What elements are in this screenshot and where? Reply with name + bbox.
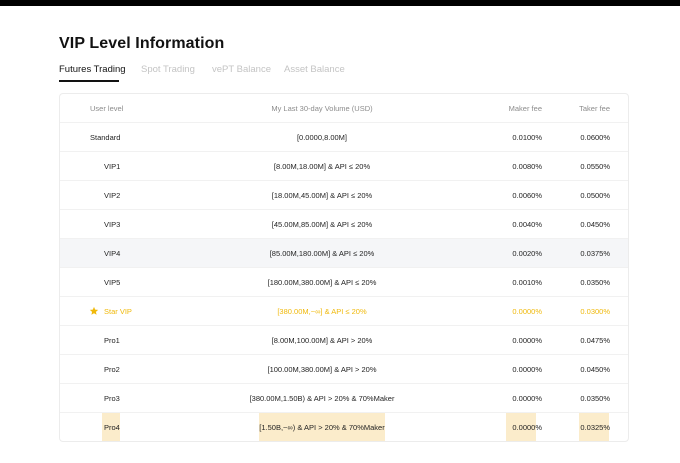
row-level: Pro4 [104,423,120,432]
row-volume: [380.00M,1.50B) & API > 20% & 70%Maker [249,394,395,403]
row-volume: [8.00M,100.00M] & API > 20% [271,336,373,345]
top-bar [0,0,680,6]
row-taker-fee: 0.0300% [580,307,610,316]
table-row: Pro1 [8.00M,100.00M] & API > 20% 0.0000%… [60,326,628,355]
row-volume: [380.00M,~∞] & API ≤ 20% [277,307,367,316]
row-taker-fee: 0.0375% [580,249,610,258]
row-level: VIP1 [104,162,121,171]
row-level: VIP2 [104,191,121,200]
active-tab-indicator [59,80,119,82]
tab-vept-balance[interactable]: vePT Balance [212,64,271,75]
header-user-level: User level [90,104,124,113]
row-volume: [1.50B,~∞) & API > 20% & 70%Maker [259,423,385,432]
row-level: Pro2 [104,365,120,374]
row-taker-fee: 0.0450% [580,365,610,374]
row-taker-fee: 0.0350% [580,394,610,403]
row-maker-fee: 0.0000% [512,307,542,316]
row-taker-fee: 0.0325% [580,423,610,432]
row-level: Standard [90,133,121,142]
page-title: VIP Level Information [59,35,225,52]
row-volume: [100.00M,380.00M] & API > 20% [267,365,377,374]
row-volume: [8.00M,18.00M] & API ≤ 20% [273,162,371,171]
row-maker-fee: 0.0080% [512,162,542,171]
row-taker-fee: 0.0450% [580,220,610,229]
vip-fee-table: User level My Last 30-day Volume (USD) M… [59,93,629,442]
row-maker-fee: 0.0000% [512,365,542,374]
row-volume: [45.00M,85.00M] & API ≤ 20% [271,220,373,229]
row-level: VIP5 [104,278,121,287]
table-row: VIP3 [45.00M,85.00M] & API ≤ 20% 0.0040%… [60,210,628,239]
row-maker-fee: 0.0060% [512,191,542,200]
tab-asset-balance[interactable]: Asset Balance [284,64,345,75]
star-icon [89,306,99,315]
row-maker-fee: 0.0100% [512,133,542,142]
row-level: Star VIP [104,307,132,316]
table-row: Standard [0.0000,8.00M] 0.0100% 0.0600% [60,123,628,152]
table-row: Pro2 [100.00M,380.00M] & API > 20% 0.000… [60,355,628,384]
row-volume: [18.00M,45.00M] & API ≤ 20% [271,191,373,200]
tab-spot-trading[interactable]: Spot Trading [141,64,195,75]
row-taker-fee: 0.0500% [580,191,610,200]
row-level: Pro3 [104,394,120,403]
table-row-star-vip: Star VIP [380.00M,~∞] & API ≤ 20% 0.0000… [60,297,628,326]
row-maker-fee: 0.0000% [512,423,542,432]
table-row-current-level: Pro4 [1.50B,~∞) & API > 20% & 70%Maker 0… [60,413,628,441]
header-taker-fee: Taker fee [579,104,610,113]
header-maker-fee: Maker fee [508,104,542,113]
table-row: Pro3 [380.00M,1.50B) & API > 20% & 70%Ma… [60,384,628,413]
row-volume: [180.00M,380.00M] & API ≤ 20% [267,278,377,287]
row-volume: [85.00M,180.00M] & API ≤ 20% [269,249,375,258]
row-maker-fee: 0.0020% [512,249,542,258]
row-maker-fee: 0.0000% [512,394,542,403]
row-taker-fee: 0.0475% [580,336,610,345]
tab-futures-trading[interactable]: Futures Trading [59,64,126,75]
row-maker-fee: 0.0040% [512,220,542,229]
row-taker-fee: 0.0550% [580,162,610,171]
row-level: Pro1 [104,336,120,345]
row-volume: [0.0000,8.00M] [296,133,348,142]
row-taker-fee: 0.0350% [580,278,610,287]
row-level: VIP4 [104,249,121,258]
table-row: VIP2 [18.00M,45.00M] & API ≤ 20% 0.0060%… [60,181,628,210]
table-row-hovered: VIP4 [85.00M,180.00M] & API ≤ 20% 0.0020… [60,239,628,268]
row-maker-fee: 0.0000% [512,336,542,345]
table-row: VIP1 [8.00M,18.00M] & API ≤ 20% 0.0080% … [60,152,628,181]
table-header-row: User level My Last 30-day Volume (USD) M… [60,94,628,123]
row-maker-fee: 0.0010% [512,278,542,287]
table-row: VIP5 [180.00M,380.00M] & API ≤ 20% 0.001… [60,268,628,297]
row-level: VIP3 [104,220,121,229]
header-volume: My Last 30-day Volume (USD) [271,104,373,113]
row-taker-fee: 0.0600% [580,133,610,142]
